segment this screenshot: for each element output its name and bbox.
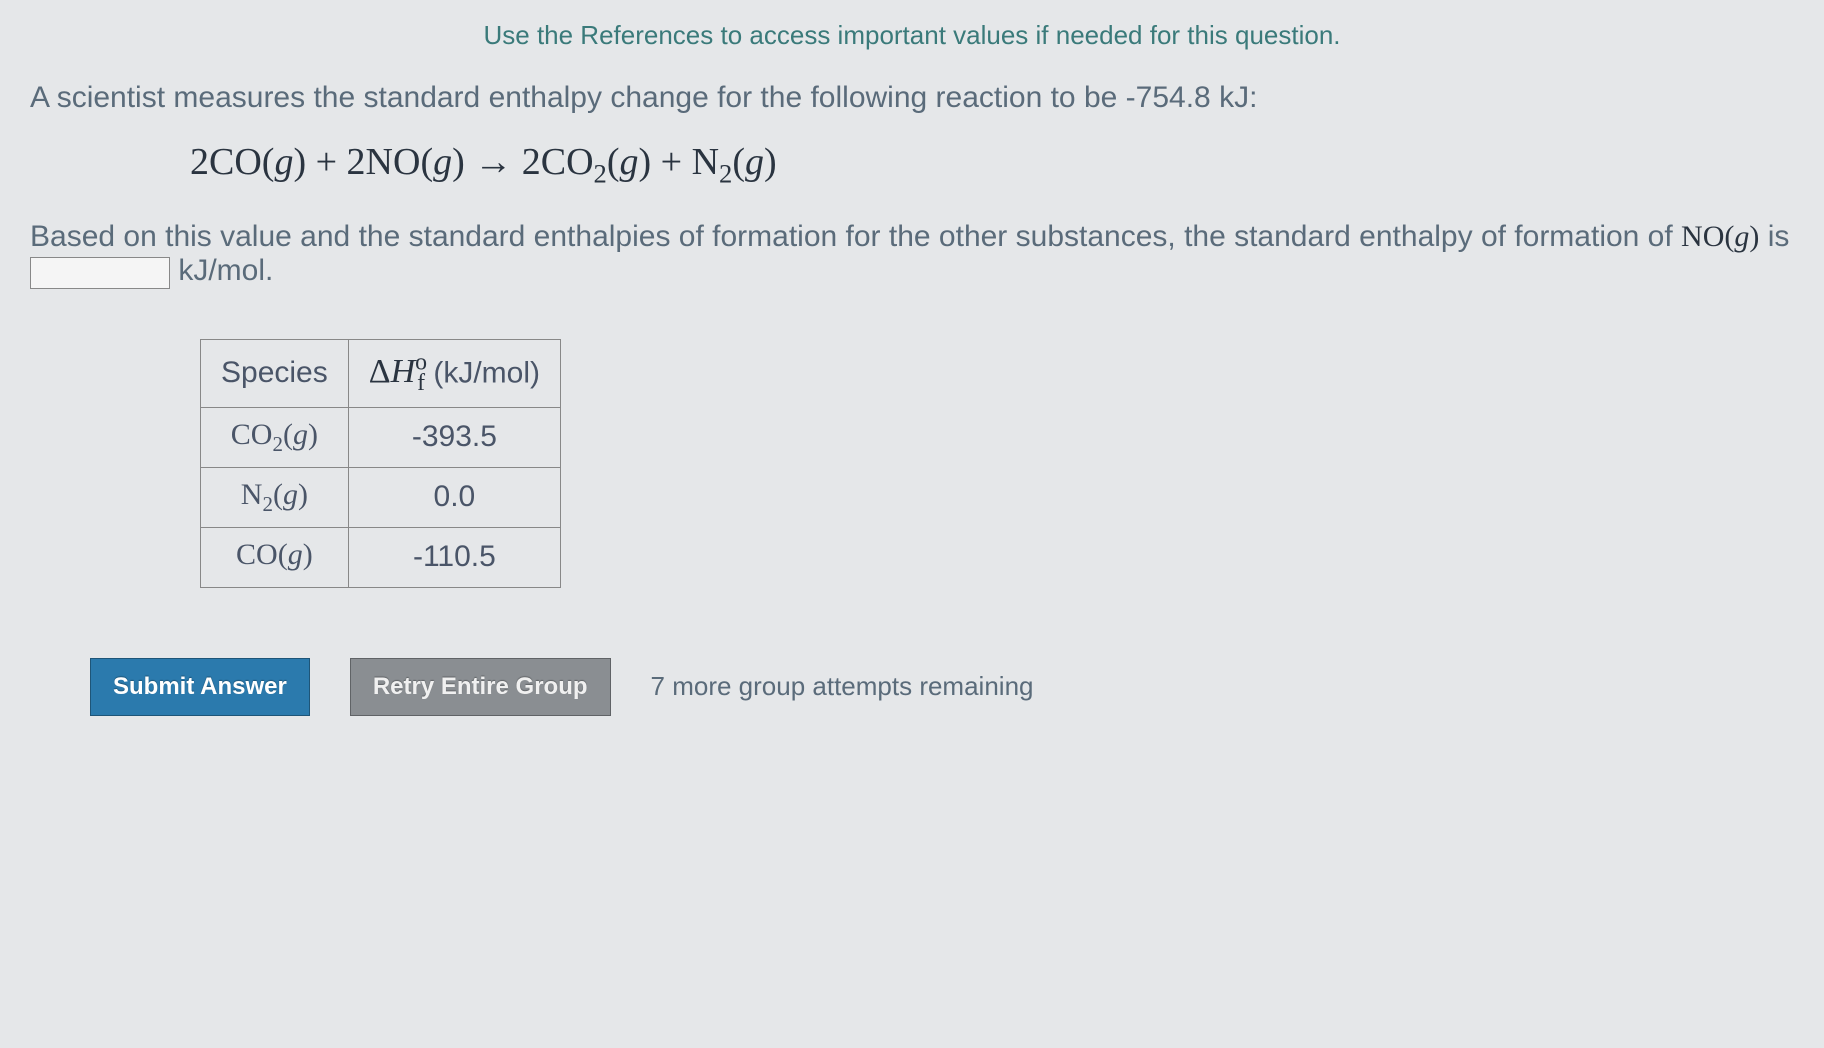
table-row: CO2(g) -393.5 bbox=[201, 407, 561, 467]
species-cell: CO(g) bbox=[201, 527, 349, 587]
question-line1-suffix: : bbox=[1249, 81, 1257, 114]
enthalpy-table: Species ΔHof (kJ/mol) CO2(g) -393.5 N2(g… bbox=[200, 339, 561, 588]
line2-mid: is bbox=[1759, 220, 1789, 253]
species-cell: CO2(g) bbox=[201, 407, 349, 467]
header-value: ΔHof (kJ/mol) bbox=[348, 339, 560, 407]
table-row: N2(g) 0.0 bbox=[201, 467, 561, 527]
question-line1-prefix: A scientist measures the standard enthal… bbox=[30, 81, 1126, 114]
plus2: + bbox=[651, 141, 691, 183]
r1: CO bbox=[209, 141, 262, 183]
r2: NO bbox=[366, 141, 421, 183]
p2: N bbox=[692, 141, 719, 183]
header-species: Species bbox=[201, 339, 349, 407]
question-intro: A scientist measures the standard enthal… bbox=[30, 81, 1794, 115]
button-row: Submit Answer Retry Entire Group 7 more … bbox=[90, 658, 1794, 716]
p1: CO bbox=[541, 141, 594, 183]
r1-state: g bbox=[274, 141, 293, 183]
retry-group-button[interactable]: Retry Entire Group bbox=[350, 658, 611, 716]
r1-coef: 2 bbox=[190, 141, 209, 183]
r2-state: g bbox=[433, 141, 452, 183]
table-header-row: Species ΔHof (kJ/mol) bbox=[201, 339, 561, 407]
p1-sub: 2 bbox=[594, 159, 607, 189]
unit-label: kJ/mol. bbox=[170, 254, 273, 287]
line2-prefix: Based on this value and the standard ent… bbox=[30, 220, 1681, 253]
value-cell: -110.5 bbox=[348, 527, 560, 587]
plus1: + bbox=[306, 141, 346, 183]
submit-answer-button[interactable]: Submit Answer bbox=[90, 658, 310, 716]
value-cell: 0.0 bbox=[348, 467, 560, 527]
references-hint: Use the References to access important v… bbox=[30, 20, 1794, 51]
attempts-remaining: 7 more group attempts remaining bbox=[651, 671, 1034, 702]
question-prompt: Based on this value and the standard ent… bbox=[30, 220, 1794, 289]
arrow: → bbox=[465, 141, 522, 183]
answer-input[interactable] bbox=[30, 257, 170, 289]
p2-sub: 2 bbox=[719, 159, 732, 189]
reaction-equation: 2CO(g) + 2NO(g) → 2CO2(g) + N2(g) bbox=[190, 140, 1794, 190]
species-cell: N2(g) bbox=[201, 467, 349, 527]
target-species: NO(g) bbox=[1681, 220, 1759, 253]
table-row: CO(g) -110.5 bbox=[201, 527, 561, 587]
r2-coef: 2 bbox=[347, 141, 366, 183]
p2-state: g bbox=[745, 141, 764, 183]
p1-coef: 2 bbox=[522, 141, 541, 183]
enthalpy-value: -754.8 kJ bbox=[1126, 81, 1249, 114]
p1-state: g bbox=[620, 141, 639, 183]
value-cell: -393.5 bbox=[348, 407, 560, 467]
